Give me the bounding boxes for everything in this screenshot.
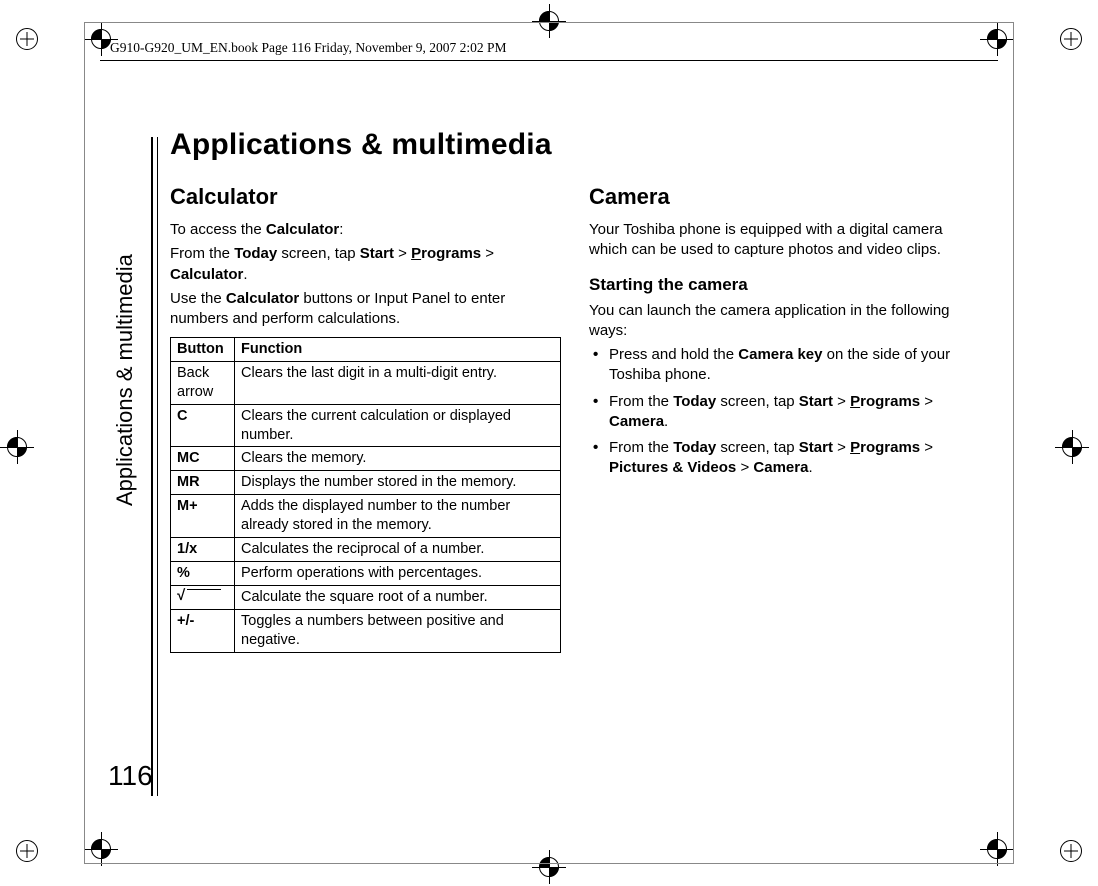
- table-row: MRDisplays the number stored in the memo…: [171, 471, 561, 495]
- sidebar-rule: [151, 137, 153, 796]
- sidebar-rule: [157, 137, 158, 796]
- camera-launch-list: Press and hold the Camera key on the sid…: [589, 345, 980, 479]
- list-item: From the Today screen, tap Start > Progr…: [589, 438, 980, 479]
- running-header: G910-G920_UM_EN.book Page 116 Friday, No…: [110, 40, 506, 56]
- table-cell-button: C: [171, 404, 235, 447]
- left-column: Calculator To access the Calculator: Fro…: [170, 184, 561, 653]
- table-cell-function: Displays the number stored in the memory…: [235, 471, 561, 495]
- chapter-title: Applications & multimedia: [170, 128, 980, 162]
- table-cell-button: +/-: [171, 610, 235, 653]
- body-text: You can launch the camera application in…: [589, 301, 980, 342]
- table-cell-function: Clears the last digit in a multi-digit e…: [235, 362, 561, 405]
- table-cell-button: %: [171, 561, 235, 585]
- right-column: Camera Your Toshiba phone is equipped wi…: [589, 184, 980, 653]
- table-row: MCClears the memory.: [171, 447, 561, 471]
- table-header-function: Function: [235, 338, 561, 362]
- square-root-icon: [177, 588, 221, 602]
- table-cell-function: Clears the memory.: [235, 447, 561, 471]
- crop-mark-circle-icon: [1060, 840, 1082, 862]
- table-cell-function: Adds the displayed number to the number …: [235, 495, 561, 538]
- content-area: Applications & multimedia Calculator To …: [170, 128, 980, 653]
- list-item: From the Today screen, tap Start > Progr…: [589, 392, 980, 433]
- table-cell-button: Back arrow: [171, 362, 235, 405]
- table-row: Back arrowClears the last digit in a mul…: [171, 362, 561, 405]
- table-cell-button: [171, 585, 235, 610]
- table-row: M+Adds the displayed number to the numbe…: [171, 495, 561, 538]
- crop-mark-circle-icon: [1060, 28, 1082, 50]
- table-row: %Perform operations with percentages.: [171, 561, 561, 585]
- table-cell-button: M+: [171, 495, 235, 538]
- table-row: CClears the current calculation or displ…: [171, 404, 561, 447]
- registration-mark-icon: [1055, 430, 1089, 464]
- crop-mark-circle-icon: [16, 840, 38, 862]
- table-cell-function: Toggles a numbers between positive and n…: [235, 610, 561, 653]
- table-cell-button: MR: [171, 471, 235, 495]
- table-row: +/-Toggles a numbers between positive an…: [171, 610, 561, 653]
- body-text: To access the Calculator:: [170, 220, 561, 240]
- table-cell-function: Calculates the reciprocal of a number.: [235, 537, 561, 561]
- table-cell-function: Clears the current calculation or displa…: [235, 404, 561, 447]
- body-text: From the Today screen, tap Start > Progr…: [170, 244, 561, 285]
- table-cell-function: Perform operations with percentages.: [235, 561, 561, 585]
- table-cell-function: Calculate the square root of a number.: [235, 585, 561, 610]
- body-text: Your Toshiba phone is equipped with a di…: [589, 220, 980, 261]
- table-row: Calculate the square root of a number.: [171, 585, 561, 610]
- body-text: Use the Calculator buttons or Input Pane…: [170, 289, 561, 330]
- table-header-button: Button: [171, 338, 235, 362]
- header-rule: [100, 60, 998, 61]
- table-row: 1/xCalculates the reciprocal of a number…: [171, 537, 561, 561]
- crop-mark-circle-icon: [16, 28, 38, 50]
- section-heading-camera: Camera: [589, 184, 980, 210]
- page-number: 116: [108, 760, 153, 792]
- subsection-heading-starting-camera: Starting the camera: [589, 275, 980, 295]
- registration-mark-icon: [0, 430, 34, 464]
- table-cell-button: 1/x: [171, 537, 235, 561]
- calculator-buttons-table: Button Function Back arrowClears the las…: [170, 337, 561, 653]
- section-heading-calculator: Calculator: [170, 184, 561, 210]
- table-cell-button: MC: [171, 447, 235, 471]
- list-item: Press and hold the Camera key on the sid…: [589, 345, 980, 386]
- sidebar-section-label: Applications & multimedia: [112, 266, 138, 506]
